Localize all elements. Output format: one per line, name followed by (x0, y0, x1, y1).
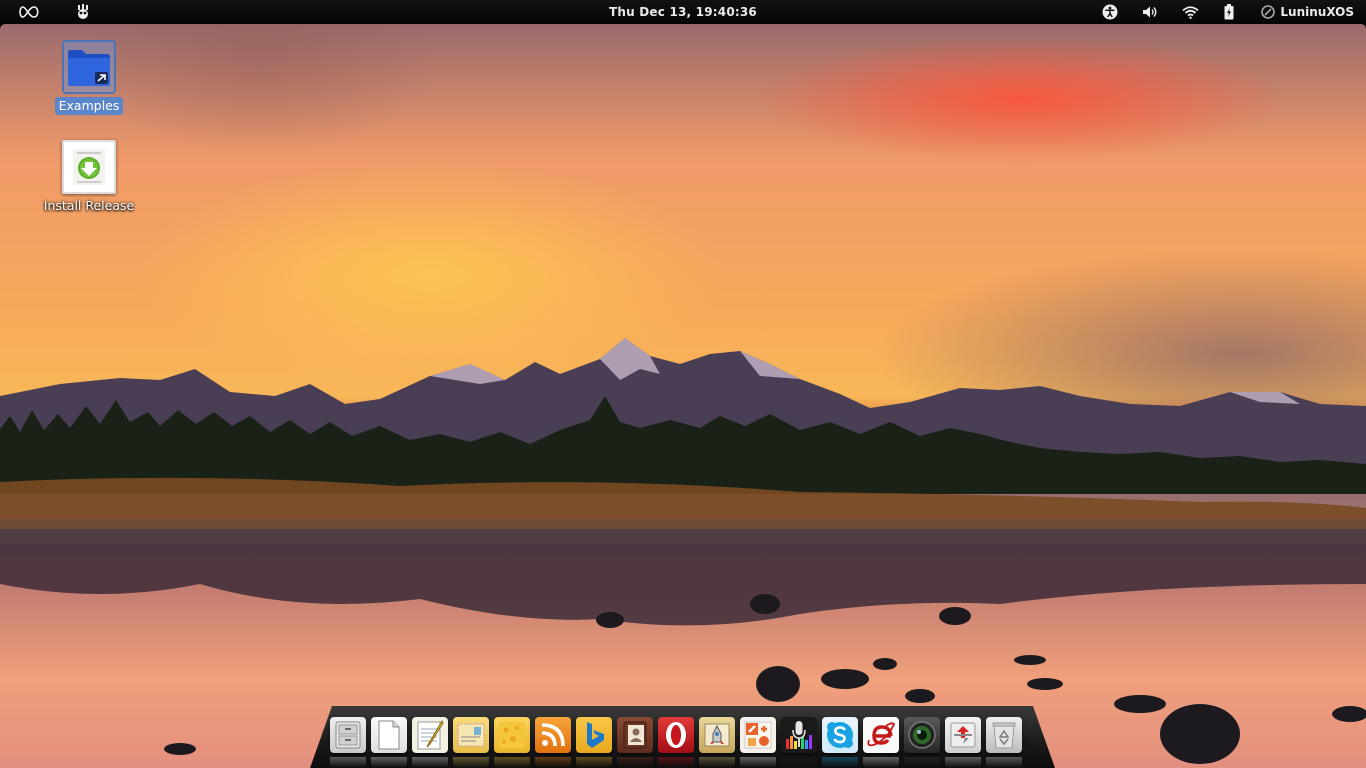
dock-reflection-audio-recorder (781, 757, 817, 768)
dock-reflection-trash (986, 757, 1022, 768)
dock-reflection-mail (453, 757, 489, 768)
desktop-icon-label: Install Release (43, 198, 135, 213)
gimp-launcher-button[interactable] (72, 0, 94, 24)
photo-rocket-icon (704, 723, 730, 747)
dock-reflection-webcam (904, 757, 940, 768)
top-panel: Thu Dec 13, 19:40:36 LuninuXOS (0, 0, 1366, 24)
cheese-notes-icon (499, 722, 525, 748)
infinity-icon (19, 6, 39, 18)
clock-text[interactable]: Thu Dec 13, 19:40:36 (609, 5, 757, 19)
notepad-pencil-icon (417, 719, 444, 750)
skype-icon (827, 722, 853, 748)
dock-reflection-text-editor (412, 757, 448, 768)
dock-text-document[interactable] (371, 717, 407, 753)
dock-skype[interactable] (822, 717, 858, 753)
dock-file-manager[interactable] (330, 717, 366, 753)
battery-indicator[interactable] (1221, 0, 1237, 24)
ie-e-icon (867, 722, 896, 747)
installer-icon (62, 140, 116, 194)
dock-notes[interactable] (494, 717, 530, 753)
mail-stamp-icon (457, 723, 485, 747)
document-icon (378, 720, 400, 750)
dock (330, 717, 1022, 757)
camera-lens-icon (908, 721, 936, 749)
dock-reflection-opera-browser (658, 757, 694, 768)
dock-opera[interactable] (658, 717, 694, 753)
dock-text-editor[interactable] (412, 717, 448, 753)
dock-reflection-rss-reader (535, 757, 571, 768)
dock-reflection-notes (494, 757, 530, 768)
file-cabinet-icon (335, 721, 361, 749)
tools-icon (744, 721, 772, 749)
gimp-icon (78, 4, 88, 19)
opera-icon (666, 722, 686, 748)
dock-reflection-internet-explorer (863, 757, 899, 768)
accessibility-indicator[interactable] (1100, 0, 1120, 24)
dock-update-manager[interactable] (945, 717, 981, 753)
trash-icon (992, 722, 1016, 749)
rss-icon (541, 723, 565, 747)
address-book-icon (623, 721, 647, 749)
dock-reflection-bing (576, 757, 612, 768)
dock-rss-reader[interactable] (535, 717, 571, 753)
dock-system-tools[interactable] (740, 717, 776, 753)
desktop-wallpaper[interactable]: Examples Install Release (0, 24, 1366, 768)
volume-indicator[interactable] (1140, 0, 1160, 24)
battery-icon (1224, 4, 1234, 20)
dock-image-viewer[interactable] (699, 717, 735, 753)
user-name: LuninuXOS (1280, 5, 1354, 19)
dock-reflection-system-tools (740, 757, 776, 768)
landscape-wallpaper-image (0, 338, 1366, 764)
microphone-icon (786, 721, 812, 749)
dock-reflection-update-manager (945, 757, 981, 768)
desktop-icon-install-release[interactable]: Install Release (39, 140, 139, 215)
bing-icon (587, 722, 604, 748)
dock-mail[interactable] (453, 717, 489, 753)
dock-webcam[interactable] (904, 717, 940, 753)
dock-reflection-contacts (617, 757, 653, 768)
volume-icon (1143, 6, 1157, 18)
desktop-icon-label: Examples (54, 97, 124, 115)
wifi-icon (1181, 5, 1199, 19)
dock-reflection-skype (822, 757, 858, 768)
dock-internet-explorer[interactable] (863, 717, 899, 753)
dock-trash[interactable] (986, 717, 1022, 753)
accessibility-icon (1102, 4, 1118, 20)
dock-reflection-file-manager (330, 757, 366, 768)
dock-bing[interactable] (576, 717, 612, 753)
clock: Thu Dec 13, 19:40:36 (0, 0, 1366, 24)
dock-reflection-text-document (371, 757, 407, 768)
session-icon (1261, 5, 1276, 19)
dock-reflection (330, 757, 1022, 768)
dock-audio-recorder[interactable] (781, 717, 817, 753)
applications-menu-button[interactable] (14, 0, 44, 24)
user-menu[interactable]: LuninuXOS (1261, 0, 1354, 24)
dock-reflection-image-viewer (699, 757, 735, 768)
dock-contacts[interactable] (617, 717, 653, 753)
folder-link-icon (62, 40, 116, 94)
network-indicator[interactable] (1180, 0, 1200, 24)
update-arrow-icon (950, 722, 976, 748)
desktop-icon-examples[interactable]: Examples (39, 40, 139, 115)
